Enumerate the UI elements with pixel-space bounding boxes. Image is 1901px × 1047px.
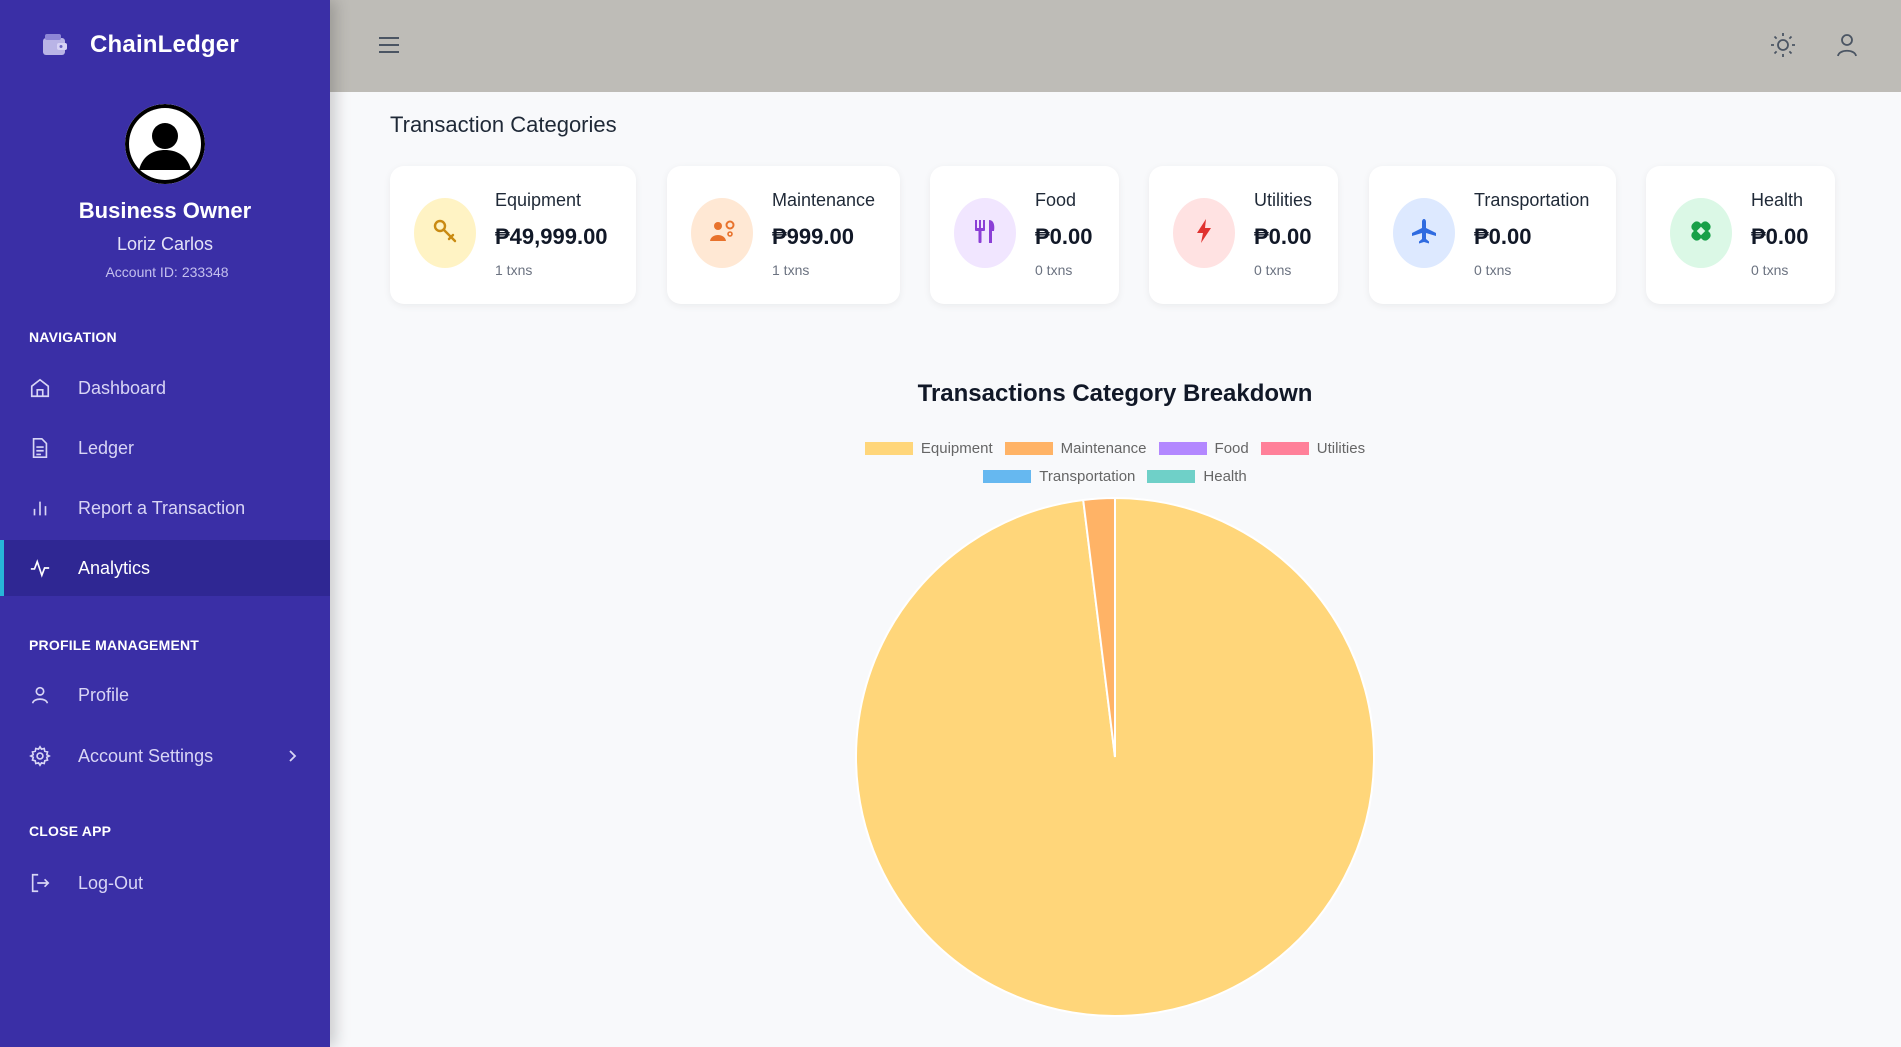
category-amount: ₱0.00 xyxy=(1035,224,1093,249)
section-close-app: CLOSE APP xyxy=(29,823,112,839)
gear-icon xyxy=(28,744,52,768)
sidebar-item-label: Log-Out xyxy=(78,872,144,893)
sidebar: ChainLedger Business Owner Loriz Carlos … xyxy=(0,0,330,1047)
document-icon xyxy=(28,436,52,460)
category-card-health[interactable]: Health ₱0.00 0 txns xyxy=(1646,166,1835,304)
category-name: Maintenance xyxy=(772,190,876,210)
sidebar-item-label: Account Settings xyxy=(78,745,214,766)
account-id-value: 233348 xyxy=(181,264,229,280)
account-id: Account ID: 233348 xyxy=(0,264,330,280)
legend-swatch xyxy=(1158,442,1207,455)
category-name: Health xyxy=(1751,190,1804,210)
hamburger-menu-icon[interactable] xyxy=(376,32,402,58)
sidebar-item-report[interactable]: Report a Transaction xyxy=(0,480,330,536)
legend-label: Health xyxy=(1203,468,1247,485)
user-menu-icon[interactable] xyxy=(1833,31,1861,59)
chart-legend-row-2: Transportation Health xyxy=(760,468,1470,487)
category-amount: ₱999.00 xyxy=(772,224,854,249)
sidebar-item-label: Report a Transaction xyxy=(78,497,246,518)
plane-icon xyxy=(1410,217,1438,250)
sidebar-item-label: Dashboard xyxy=(78,377,167,398)
sidebar-item-analytics[interactable]: Analytics xyxy=(0,540,330,596)
category-name: Utilities xyxy=(1254,190,1313,210)
legend-item-transportation[interactable]: Transportation xyxy=(983,468,1135,485)
category-txn-count: 1 txns xyxy=(495,262,533,278)
legend-item-maintenance[interactable]: Maintenance xyxy=(1004,440,1147,457)
legend-swatch xyxy=(1147,470,1196,483)
category-icon-circle xyxy=(1393,198,1455,268)
category-card-equipment[interactable]: Equipment ₱49,999.00 1 txns xyxy=(390,166,636,304)
sidebar-item-label: Ledger xyxy=(78,437,135,458)
legend-label: Utilities xyxy=(1316,440,1366,457)
category-txn-count: 1 txns xyxy=(772,262,810,278)
wrench-icon xyxy=(431,217,459,250)
avatar[interactable] xyxy=(125,104,205,184)
category-name: Food xyxy=(1035,190,1077,210)
category-name: Transportation xyxy=(1474,190,1590,210)
category-card-maintenance[interactable]: Maintenance ₱999.00 1 txns xyxy=(667,166,900,304)
legend-item-health[interactable]: Health xyxy=(1147,468,1247,485)
bolt-icon xyxy=(1193,217,1215,250)
category-amount: ₱0.00 xyxy=(1474,224,1532,249)
legend-swatch xyxy=(1004,442,1053,455)
category-icon-circle xyxy=(691,198,753,268)
category-icon-circle xyxy=(414,198,476,268)
category-name: Equipment xyxy=(495,190,582,210)
pulse-icon xyxy=(28,556,52,580)
category-icon-circle xyxy=(1173,198,1235,268)
sidebar-item-dashboard[interactable]: Dashboard xyxy=(0,360,330,416)
chart-legend: Equipment Maintenance Food Utilities xyxy=(760,440,1470,459)
category-card-utilities[interactable]: Utilities ₱0.00 0 txns xyxy=(1149,166,1338,304)
app-name: ChainLedger xyxy=(90,31,239,58)
chevron-right-icon xyxy=(282,746,302,766)
page-title: Transaction Categories xyxy=(390,112,617,137)
category-icon-circle xyxy=(1670,198,1732,268)
legend-swatch xyxy=(864,442,913,455)
logout-icon xyxy=(28,871,52,895)
bar-chart-icon xyxy=(28,496,52,520)
home-icon xyxy=(28,376,52,400)
sidebar-item-label: Analytics xyxy=(78,557,151,578)
category-txn-count: 0 txns xyxy=(1474,262,1512,278)
category-txn-count: 0 txns xyxy=(1035,262,1073,278)
brand[interactable]: ChainLedger xyxy=(40,30,239,60)
user-role: Business Owner xyxy=(78,198,252,223)
legend-item-equipment[interactable]: Equipment xyxy=(864,440,993,457)
category-amount: ₱49,999.00 xyxy=(495,224,608,249)
legend-label: Food xyxy=(1214,440,1249,457)
legend-label: Equipment xyxy=(920,440,993,457)
category-txn-count: 0 txns xyxy=(1254,262,1292,278)
category-amount: ₱0.00 xyxy=(1254,224,1312,249)
worker-gear-icon xyxy=(707,217,737,250)
utensils-icon xyxy=(972,217,998,250)
section-profile: PROFILE MANAGEMENT xyxy=(29,637,200,653)
legend-item-food[interactable]: Food xyxy=(1158,440,1249,457)
user-name: Loriz Carlos xyxy=(116,234,214,254)
sidebar-item-account-settings[interactable]: Account Settings xyxy=(0,728,330,784)
sidebar-item-label: Profile xyxy=(78,684,130,705)
category-card-food[interactable]: Food ₱0.00 0 txns xyxy=(930,166,1119,304)
bandage-icon xyxy=(1687,217,1715,250)
category-txn-count: 0 txns xyxy=(1751,262,1789,278)
legend-label: Transportation xyxy=(1039,468,1136,485)
sidebar-item-profile[interactable]: Profile xyxy=(0,667,330,723)
wallet-icon xyxy=(40,30,70,60)
topbar xyxy=(330,0,1901,92)
sidebar-item-ledger[interactable]: Ledger xyxy=(0,420,330,476)
account-id-label: Account ID: xyxy=(105,264,178,280)
legend-item-utilities[interactable]: Utilities xyxy=(1260,440,1366,457)
user-icon xyxy=(28,683,52,707)
section-navigation: NAVIGATION xyxy=(29,329,117,345)
theme-toggle-sun-icon[interactable] xyxy=(1769,31,1797,59)
category-card-transportation[interactable]: Transportation ₱0.00 0 txns xyxy=(1369,166,1616,304)
legend-swatch xyxy=(983,470,1032,483)
legend-swatch xyxy=(1260,442,1309,455)
category-amount: ₱0.00 xyxy=(1751,224,1809,249)
category-icon-circle xyxy=(954,198,1016,268)
legend-label: Maintenance xyxy=(1060,440,1147,457)
pie-chart[interactable] xyxy=(855,497,1375,1017)
sidebar-item-logout[interactable]: Log-Out xyxy=(0,855,330,911)
